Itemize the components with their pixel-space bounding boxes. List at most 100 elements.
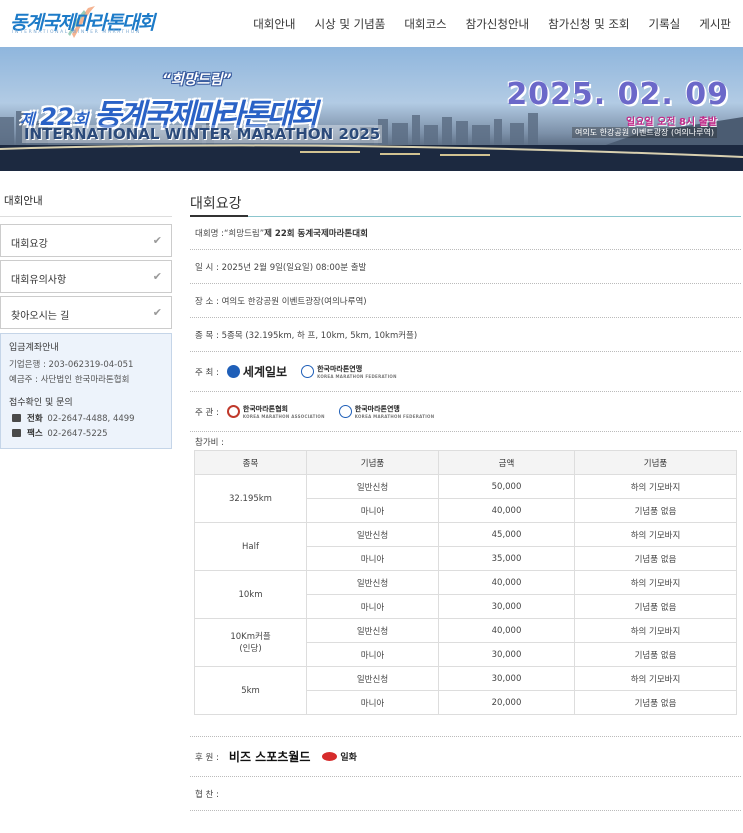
table-cell: 일반신청 <box>306 666 439 691</box>
sidebar-title: 대회안내 <box>0 193 172 217</box>
table-cell: 마니아 <box>306 690 439 715</box>
phone-icon <box>12 414 21 422</box>
banner-english-title: INTERNATIONAL WINTER MARATHON 2025 <box>22 125 383 143</box>
account-holder: 예금주 : 사단법인 한국마라톤협회 <box>9 375 130 385</box>
support-row: 협 찬 : <box>190 777 741 811</box>
kmf-logo-2: 한국마라톤연맹 KOREA MARATHON FEDERATION <box>338 404 435 419</box>
nav-item-awards[interactable]: 시상 및 기념품 <box>315 16 386 32</box>
bank-account: 기업은행 : 203-062319-04-051 <box>9 360 134 370</box>
table-cell-category: Half <box>194 522 307 571</box>
site-logo[interactable]: 동계국제마라톤대회 INTERNATIONAL WINTER MARATHON <box>10 6 162 38</box>
phone-info: 전화 02-2647-4488, 4499 <box>9 412 163 427</box>
fee-label: 참가비 : <box>195 438 225 448</box>
table-cell: 기념품 없음 <box>574 690 737 715</box>
table-row: 10km 일반신청 40,000 하의 기모바지 <box>194 570 737 619</box>
banner-date: 2025. 02. 09 <box>506 77 729 112</box>
table-header: 기념품 <box>574 450 737 475</box>
table-cell-category: 32.195km <box>194 474 307 523</box>
hero-banner: “희망드림” 제 22회 동계국제마라톤대회 INTERNATIONAL WIN… <box>0 47 743 171</box>
table-cell: 기념품 없음 <box>574 498 737 523</box>
host-row: 주 최 : 세계일보 한국마라톤연맹 KOREA MARATHON FEDERAT… <box>190 352 741 392</box>
sidebar: 대회안내 대회요강 ✔ 대회유의사항 ✔ 찾아오시는 길 ✔ 입금계좌안내 기업… <box>0 193 172 449</box>
main-nav: 대회안내 시상 및 기념품 대회코스 참가신청안내 참가신청 및 조회 기록실 … <box>253 16 731 32</box>
banner-start-time: 일요일 오전 8시 출발 <box>625 117 717 128</box>
table-row: Half 일반신청 45,000 하의 기모바지 <box>194 522 737 571</box>
table-spacer <box>190 715 741 737</box>
sidebar-item-guidelines[interactable]: 대회요강 ✔ <box>0 224 172 257</box>
fax-icon <box>12 429 21 437</box>
table-cell: 45,000 <box>438 522 575 547</box>
table-cell: 40,000 <box>438 618 575 643</box>
table-cell-category: 10km <box>194 570 307 619</box>
sidebar-menu: 대회요강 ✔ 대회유의사항 ✔ 찾아오시는 길 ✔ <box>0 224 172 329</box>
nav-item-records[interactable]: 기록실 <box>649 16 681 32</box>
nav-item-apply-info[interactable]: 참가신청안내 <box>466 16 529 32</box>
table-cell: 하의 기모바지 <box>574 570 737 595</box>
place-row: 장 소 : 여의도 한강공원 이벤트광장(여의나루역) <box>190 284 741 318</box>
kma-emblem-icon <box>226 405 240 418</box>
datetime-row: 일 시 : 2025년 2월 9일(일요일) 08:00분 출발 <box>190 250 741 284</box>
fee-table: 종목 기념품 금액 기념품 32.195km 일반신청 50,000 하의 기모… <box>194 450 737 715</box>
table-cell: 기념품 없음 <box>574 594 737 619</box>
events-row: 종 목 : 5종목 (32.195km, 하 프, 10km, 5km, 10k… <box>190 318 741 352</box>
table-cell: 30,000 <box>438 666 575 691</box>
sidebar-item-precautions[interactable]: 대회유의사항 ✔ <box>0 260 172 293</box>
table-cell: 기념품 없음 <box>574 546 737 571</box>
account-heading: 입금계좌안내 <box>9 343 59 353</box>
nav-item-board[interactable]: 게시판 <box>699 16 731 32</box>
nav-item-apply-check[interactable]: 참가신청 및 조회 <box>548 16 629 32</box>
table-row: 5km 일반신청 30,000 하의 기모바지 <box>194 666 737 715</box>
table-row: 32.195km 일반신청 50,000 하의 기모바지 <box>194 474 737 523</box>
table-cell: 40,000 <box>438 498 575 523</box>
table-header: 종목 <box>194 450 307 475</box>
table-cell: 50,000 <box>438 474 575 499</box>
table-cell: 하의 기모바지 <box>574 474 737 499</box>
check-icon: ✔ <box>152 270 162 283</box>
table-header-row: 종목 기념품 금액 기념품 <box>194 450 737 475</box>
page-title: 대회요강 <box>190 193 741 217</box>
check-icon: ✔ <box>152 234 162 247</box>
table-cell: 일반신청 <box>306 618 439 643</box>
sidebar-item-label: 찾아오시는 길 <box>11 311 70 322</box>
bizsportsworld-logo: 비즈 스포츠월드 <box>228 750 311 764</box>
segye-logo: 세계일보 <box>226 363 287 380</box>
banner-location: 여의도 한강공원 이벤트광장 (여의나루역) <box>572 127 717 138</box>
table-cell: 30,000 <box>438 594 575 619</box>
sponsor-row: 후 원 : 비즈 스포츠월드 일화 <box>190 737 741 777</box>
check-icon: ✔ <box>152 306 162 319</box>
site-header: 동계국제마라톤대회 INTERNATIONAL WINTER MARATHON … <box>0 0 743 47</box>
nav-item-info[interactable]: 대회안내 <box>253 16 295 32</box>
table-cell: 40,000 <box>438 570 575 595</box>
kmf-logo: 한국마라톤연맹 KOREA MARATHON FEDERATION <box>301 364 397 379</box>
table-cell: 마니아 <box>306 594 439 619</box>
main-content: 대회요강 대회명 : “희망드림” 제 22회 동계국제마라톤대회 일 시 : … <box>190 193 741 811</box>
segye-emblem-icon <box>226 365 240 378</box>
table-cell: 하의 기모바지 <box>574 666 737 691</box>
table-cell: 일반신청 <box>306 570 439 595</box>
event-name-row: 대회명 : “희망드림” 제 22회 동계국제마라톤대회 <box>190 217 741 250</box>
table-cell: 마니아 <box>306 498 439 523</box>
fax-info: 팩스 02-2647-5225 <box>9 427 163 442</box>
table-header: 기념품 <box>306 450 439 475</box>
banner-slogan: “희망드림” <box>162 72 232 88</box>
kma-logo: 한국마라톤협회 KOREA MARATHON ASSOCIATION <box>226 404 325 419</box>
table-cell: 마니아 <box>306 546 439 571</box>
sidebar-item-label: 대회요강 <box>11 239 48 250</box>
account-info-box: 입금계좌안내 기업은행 : 203-062319-04-051 예금주 : 사단… <box>0 333 172 449</box>
sidebar-item-directions[interactable]: 찾아오시는 길 ✔ <box>0 296 172 329</box>
contact-heading: 접수확인 및 문의 <box>9 398 73 408</box>
table-cell: 하의 기모바지 <box>574 522 737 547</box>
organizer-row: 주 관 : 한국마라톤협회 KOREA MARATHON ASSOCIATION … <box>190 392 741 432</box>
ilhwa-logo: 일화 <box>322 750 357 763</box>
nav-item-course[interactable]: 대회코스 <box>404 16 446 32</box>
table-row: 10Km커플 (인당) 일반신청 40,000 하의 기모바지 <box>194 618 737 667</box>
table-cell-category: 10Km커플 (인당) <box>194 618 307 667</box>
table-cell: 하의 기모바지 <box>574 618 737 643</box>
table-cell: 35,000 <box>438 546 575 571</box>
table-cell: 일반신청 <box>306 474 439 499</box>
table-header: 금액 <box>438 450 575 475</box>
kmf-emblem-icon <box>301 365 315 378</box>
table-cell: 20,000 <box>438 690 575 715</box>
table-cell: 마니아 <box>306 642 439 667</box>
table-cell-category: 5km <box>194 666 307 715</box>
